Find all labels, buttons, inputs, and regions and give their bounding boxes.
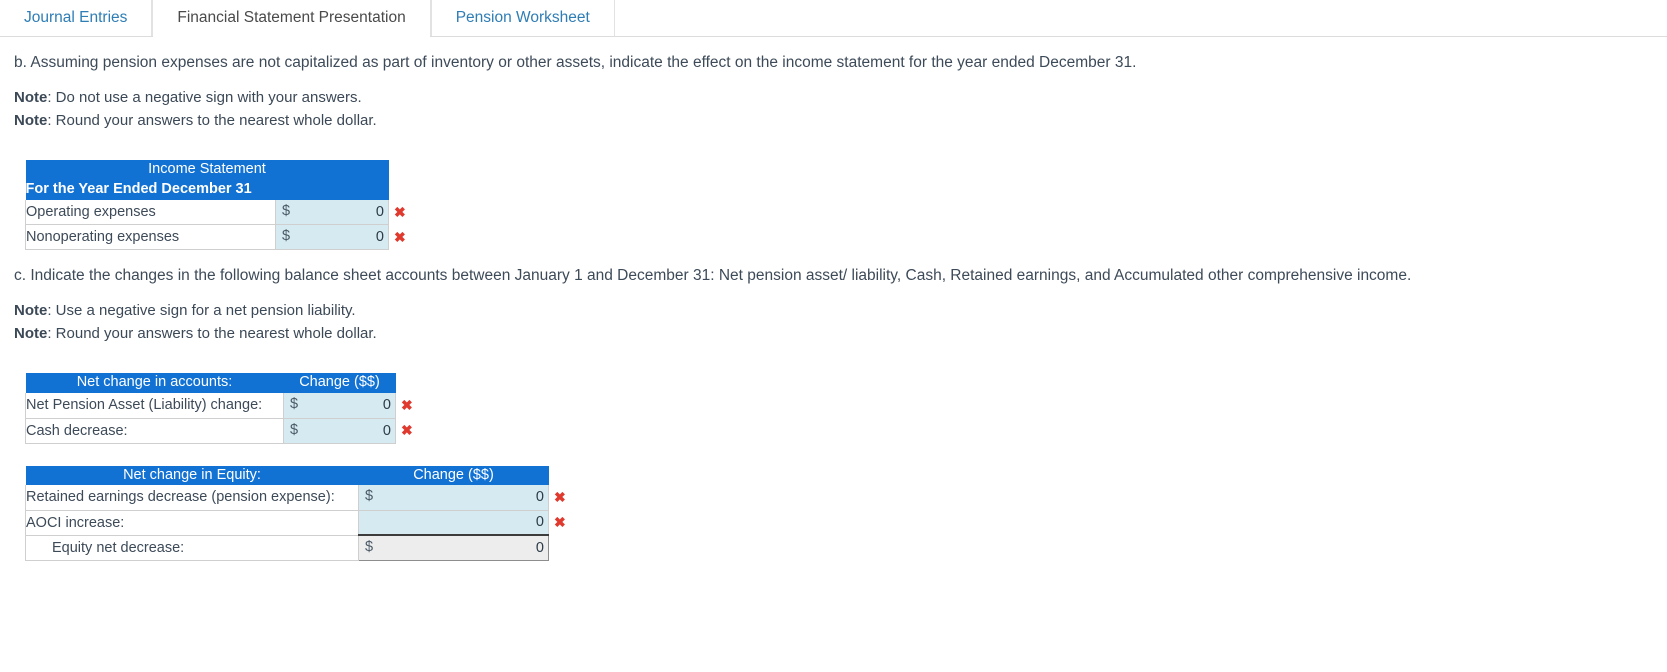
tab-journal-entries[interactable]: Journal Entries	[0, 0, 153, 36]
income-statement-title-row: Income Statement For the Year Ended Dece…	[25, 160, 411, 200]
row-label-aoci-increase: AOCI increase:	[25, 510, 359, 536]
input-nonoperating-expenses[interactable]: $ 0	[275, 224, 389, 251]
table-row: Cash decrease: $ 0 ✖	[25, 418, 418, 444]
status-cell	[549, 535, 571, 560]
input-operating-expenses[interactable]: $ 0	[275, 199, 389, 226]
income-statement-table: Income Statement For the Year Ended Dece…	[25, 160, 411, 251]
table-row: Retained earnings decrease (pension expe…	[25, 485, 571, 511]
income-statement-title-spacer	[389, 160, 411, 199]
content-area: b. Assuming pension expenses are not cap…	[0, 53, 1667, 561]
note-c-2-text: : Round your answers to the nearest whol…	[47, 325, 377, 343]
note-b-2-text: : Round your answers to the nearest whol…	[47, 112, 377, 130]
tab-financial-statement-presentation[interactable]: Financial Statement Presentation	[152, 0, 431, 37]
note-b-1-text: : Do not use a negative sign with your a…	[47, 88, 362, 106]
incorrect-icon: ✖	[401, 397, 413, 414]
output-value: 0	[535, 539, 544, 556]
accounts-header-label: Net change in accounts:	[25, 373, 284, 394]
table-row: Operating expenses $ 0 ✖	[25, 199, 411, 226]
input-value: 0	[382, 397, 391, 414]
input-value: 0	[535, 489, 544, 506]
output-equity-net-decrease: $ 0	[358, 534, 549, 561]
currency-symbol: $	[365, 539, 374, 556]
status-cell: ✖	[396, 393, 418, 418]
currency-symbol: $	[290, 421, 299, 438]
input-value: 0	[382, 422, 391, 439]
input-net-pension-asset-change[interactable]: $ 0	[283, 393, 396, 419]
note-c-2: Note: Round your answers to the nearest …	[14, 322, 1653, 345]
income-statement-title-line1: Income Statement	[148, 161, 266, 178]
question-b-text: b. Assuming pension expenses are not cap…	[14, 54, 1137, 71]
accounts-header-row: Net change in accounts: Change ($$)	[25, 373, 418, 394]
status-cell: ✖	[549, 510, 571, 535]
table-row: Nonoperating expenses $ 0 ✖	[25, 224, 411, 251]
status-cell: ✖	[389, 200, 411, 225]
tab-pension-worksheet[interactable]: Pension Worksheet	[430, 0, 615, 36]
table-row: AOCI increase: 0 ✖	[25, 510, 571, 536]
input-cash-decrease[interactable]: $ 0	[283, 418, 396, 444]
net-change-equity-table: Net change in Equity: Change ($$) Retain…	[25, 465, 571, 561]
row-label-retained-earnings-decrease: Retained earnings decrease (pension expe…	[25, 485, 359, 511]
table-row: Equity net decrease: $ 0	[25, 534, 571, 561]
incorrect-icon: ✖	[394, 203, 406, 220]
note-c-1-label: Note	[14, 301, 48, 319]
section-b-notes: Note: Do not use a negative sign with yo…	[14, 86, 1653, 133]
tab-bar: Journal Entries Financial Statement Pres…	[0, 0, 1667, 37]
incorrect-icon: ✖	[394, 228, 406, 245]
accounts-header-value: Change ($$)	[283, 373, 396, 394]
row-label-equity-net-decrease: Equity net decrease:	[25, 535, 359, 561]
input-value: 0	[375, 229, 384, 246]
note-c-1-text: : Use a negative sign for a net pension …	[47, 301, 356, 319]
note-b-2-label: Note	[14, 112, 48, 130]
note-c-1: Note: Use a negative sign for a net pens…	[14, 299, 1653, 322]
net-change-accounts-table: Net change in accounts: Change ($$) Net …	[25, 373, 418, 444]
equity-header-value: Change ($$)	[358, 465, 549, 486]
row-label-operating-expenses: Operating expenses	[25, 199, 276, 226]
currency-symbol: $	[282, 202, 291, 219]
note-b-1-label: Note	[14, 88, 48, 106]
currency-symbol: $	[282, 228, 291, 245]
note-b-2: Note: Round your answers to the nearest …	[14, 109, 1653, 132]
accounts-header-spacer	[396, 373, 418, 393]
note-b-1: Note: Do not use a negative sign with yo…	[14, 86, 1653, 109]
table-row: Net Pension Asset (Liability) change: $ …	[25, 393, 418, 419]
incorrect-icon: ✖	[401, 422, 413, 439]
note-c-2-label: Note	[14, 325, 48, 343]
input-value: 0	[375, 203, 384, 220]
incorrect-icon: ✖	[554, 514, 566, 531]
incorrect-icon: ✖	[554, 489, 566, 506]
currency-symbol: $	[365, 488, 374, 505]
equity-header-label: Net change in Equity:	[25, 465, 359, 486]
equity-header-row: Net change in Equity: Change ($$)	[25, 465, 571, 486]
income-statement-title-line2: For the Year Ended December 31	[25, 180, 252, 197]
input-value: 0	[535, 514, 544, 531]
question-c-text: c. Indicate the changes in the following…	[14, 267, 1412, 285]
row-label-cash-decrease: Cash decrease:	[25, 418, 284, 444]
input-retained-earnings-decrease[interactable]: $ 0	[358, 485, 549, 511]
row-label-nonoperating-expenses: Nonoperating expenses	[25, 224, 276, 251]
status-cell: ✖	[389, 225, 411, 250]
currency-symbol: $	[290, 396, 299, 413]
section-c-notes: Note: Use a negative sign for a net pens…	[14, 299, 1653, 346]
status-cell: ✖	[549, 485, 571, 510]
equity-header-spacer	[549, 466, 571, 486]
row-label-net-pension-asset-change: Net Pension Asset (Liability) change:	[25, 393, 284, 419]
status-cell: ✖	[396, 418, 418, 443]
input-aoci-increase[interactable]: 0	[358, 510, 549, 536]
income-statement-title: Income Statement For the Year Ended Dece…	[25, 160, 389, 200]
